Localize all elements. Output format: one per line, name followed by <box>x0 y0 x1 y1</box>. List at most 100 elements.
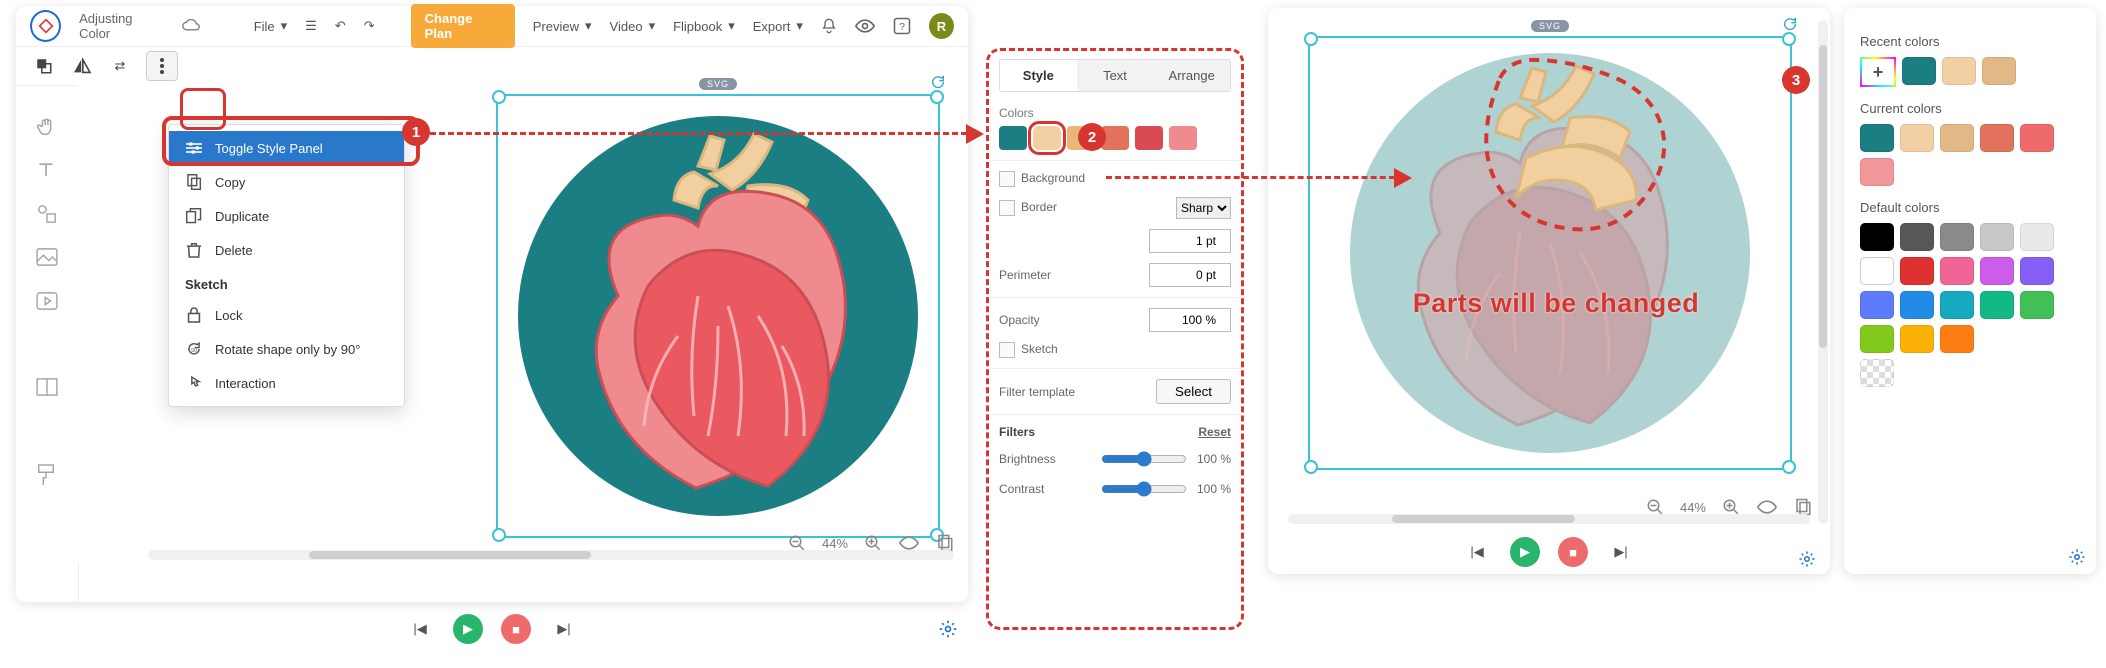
color-swatch[interactable] <box>1980 257 2014 285</box>
skip-forward-icon[interactable]: ▶| <box>1606 537 1636 567</box>
video-menu[interactable]: Video ▾ <box>610 18 656 34</box>
flipbook-menu[interactable]: Flipbook ▾ <box>673 18 735 34</box>
color-swatch[interactable] <box>999 126 1027 150</box>
color-swatch[interactable] <box>1940 291 1974 319</box>
color-swatch[interactable] <box>1860 124 1894 152</box>
skip-forward-icon[interactable]: ▶| <box>549 614 579 644</box>
text-tool-icon[interactable] <box>36 160 58 182</box>
color-swatch[interactable] <box>1940 124 1974 152</box>
color-swatch[interactable] <box>1900 325 1934 353</box>
border-width-input[interactable] <box>1149 229 1231 253</box>
resize-handle[interactable] <box>1782 32 1796 46</box>
color-swatch[interactable] <box>1982 57 2016 85</box>
more-menu-button[interactable] <box>146 51 178 81</box>
color-swatch[interactable] <box>2020 124 2054 152</box>
color-swatch[interactable] <box>1033 126 1061 150</box>
change-plan-button[interactable]: Change Plan <box>411 4 515 48</box>
skip-back-icon[interactable]: |◀ <box>1462 537 1492 567</box>
color-swatch[interactable] <box>1860 158 1894 186</box>
tab-style[interactable]: Style <box>1000 60 1077 91</box>
eye-icon[interactable] <box>855 19 875 33</box>
file-menu[interactable]: File ▾ <box>254 18 287 34</box>
hamburger-icon[interactable]: ☰ <box>305 18 317 34</box>
format-painter-icon[interactable] <box>36 464 58 486</box>
undo-icon[interactable]: ↶ <box>335 18 346 34</box>
play-icon[interactable]: ▶ <box>1510 537 1540 567</box>
bell-icon[interactable] <box>821 17 837 35</box>
selection-box[interactable]: SVG <box>496 94 940 538</box>
shapes-icon[interactable] <box>36 204 58 226</box>
avatar[interactable]: R <box>929 13 954 39</box>
export-menu[interactable]: Export ▾ <box>753 18 803 34</box>
color-swatch[interactable] <box>1980 291 2014 319</box>
color-swatch[interactable] <box>1900 124 1934 152</box>
resize-handle[interactable] <box>930 90 944 104</box>
cloud-icon[interactable] <box>182 19 200 33</box>
canvas-b[interactable]: SVG <box>1308 36 1788 476</box>
color-swatch[interactable] <box>1902 57 1936 85</box>
help-icon[interactable]: ? <box>893 17 911 35</box>
play-icon[interactable]: ▶ <box>453 614 483 644</box>
color-swatch[interactable] <box>1860 291 1894 319</box>
color-swatch[interactable] <box>1940 325 1974 353</box>
app-logo[interactable] <box>30 10 61 42</box>
color-swatch[interactable] <box>1940 257 1974 285</box>
brightness-slider[interactable] <box>1101 451 1187 467</box>
image-icon[interactable] <box>36 248 58 270</box>
menu-delete[interactable]: Delete <box>169 233 404 267</box>
color-swatch[interactable] <box>1900 291 1934 319</box>
resize-handle[interactable] <box>492 528 506 542</box>
color-swatch[interactable] <box>1860 223 1894 251</box>
menu-copy[interactable]: Copy <box>169 165 404 199</box>
flip-icon[interactable] <box>70 54 94 78</box>
perimeter-input[interactable] <box>1149 263 1231 287</box>
resize-handle[interactable] <box>1782 460 1796 474</box>
resize-handle[interactable] <box>1304 460 1318 474</box>
color-swatch[interactable] <box>1942 57 1976 85</box>
opacity-input[interactable] <box>1149 308 1231 332</box>
preview-menu[interactable]: Preview ▾ <box>533 18 592 34</box>
rotate-handle-icon[interactable] <box>1782 16 1798 32</box>
color-swatch[interactable] <box>2020 257 2054 285</box>
border-checkbox[interactable] <box>999 200 1015 216</box>
horizontal-scrollbar[interactable] <box>148 550 954 560</box>
menu-duplicate[interactable]: Duplicate <box>169 199 404 233</box>
select-filter-button[interactable]: Select <box>1156 379 1231 404</box>
color-swatch[interactable] <box>1860 257 1894 285</box>
stop-icon[interactable]: ■ <box>1558 537 1588 567</box>
color-swatch[interactable] <box>1940 223 1974 251</box>
selection-box[interactable]: SVG <box>1308 36 1792 470</box>
gear-icon[interactable] <box>938 619 958 639</box>
redo-icon[interactable]: ↷ <box>364 18 375 34</box>
add-color-button[interactable]: + <box>1860 57 1896 87</box>
color-swatch[interactable] <box>1860 325 1894 353</box>
menu-interaction[interactable]: Interaction <box>169 366 404 400</box>
color-swatch[interactable] <box>2020 223 2054 251</box>
horizontal-scrollbar[interactable] <box>1288 514 1810 524</box>
resize-handle[interactable] <box>1304 32 1318 46</box>
tab-text[interactable]: Text <box>1077 60 1154 91</box>
color-swatch[interactable] <box>1135 126 1163 150</box>
resize-handle[interactable] <box>492 90 506 104</box>
reset-link[interactable]: Reset <box>1198 425 1231 439</box>
sketch-checkbox[interactable] <box>999 342 1015 358</box>
color-swatch[interactable] <box>1900 223 1934 251</box>
color-swatch[interactable] <box>1980 223 2014 251</box>
border-style-select[interactable]: Sharp <box>1176 197 1231 219</box>
copy-shape-icon[interactable] <box>32 54 56 78</box>
rotate-handle-icon[interactable] <box>930 74 946 90</box>
tab-arrange[interactable]: Arrange <box>1153 60 1230 91</box>
skip-back-icon[interactable]: |◀ <box>405 614 435 644</box>
color-swatch[interactable] <box>1169 126 1197 150</box>
panel-icon[interactable] <box>36 378 58 400</box>
gear-icon[interactable] <box>1798 550 1816 568</box>
menu-lock[interactable]: Lock <box>169 298 404 332</box>
document-title[interactable]: Adjusting Color <box>79 11 164 41</box>
color-swatch[interactable] <box>2020 291 2054 319</box>
swap-icon[interactable]: ⇄ <box>108 54 132 78</box>
gear-icon[interactable] <box>2068 548 2086 566</box>
color-swatch[interactable] <box>1900 257 1934 285</box>
contrast-slider[interactable] <box>1101 481 1187 497</box>
transparent-swatch[interactable] <box>1860 359 1894 387</box>
menu-toggle-style-panel[interactable]: Toggle Style Panel <box>169 131 404 165</box>
